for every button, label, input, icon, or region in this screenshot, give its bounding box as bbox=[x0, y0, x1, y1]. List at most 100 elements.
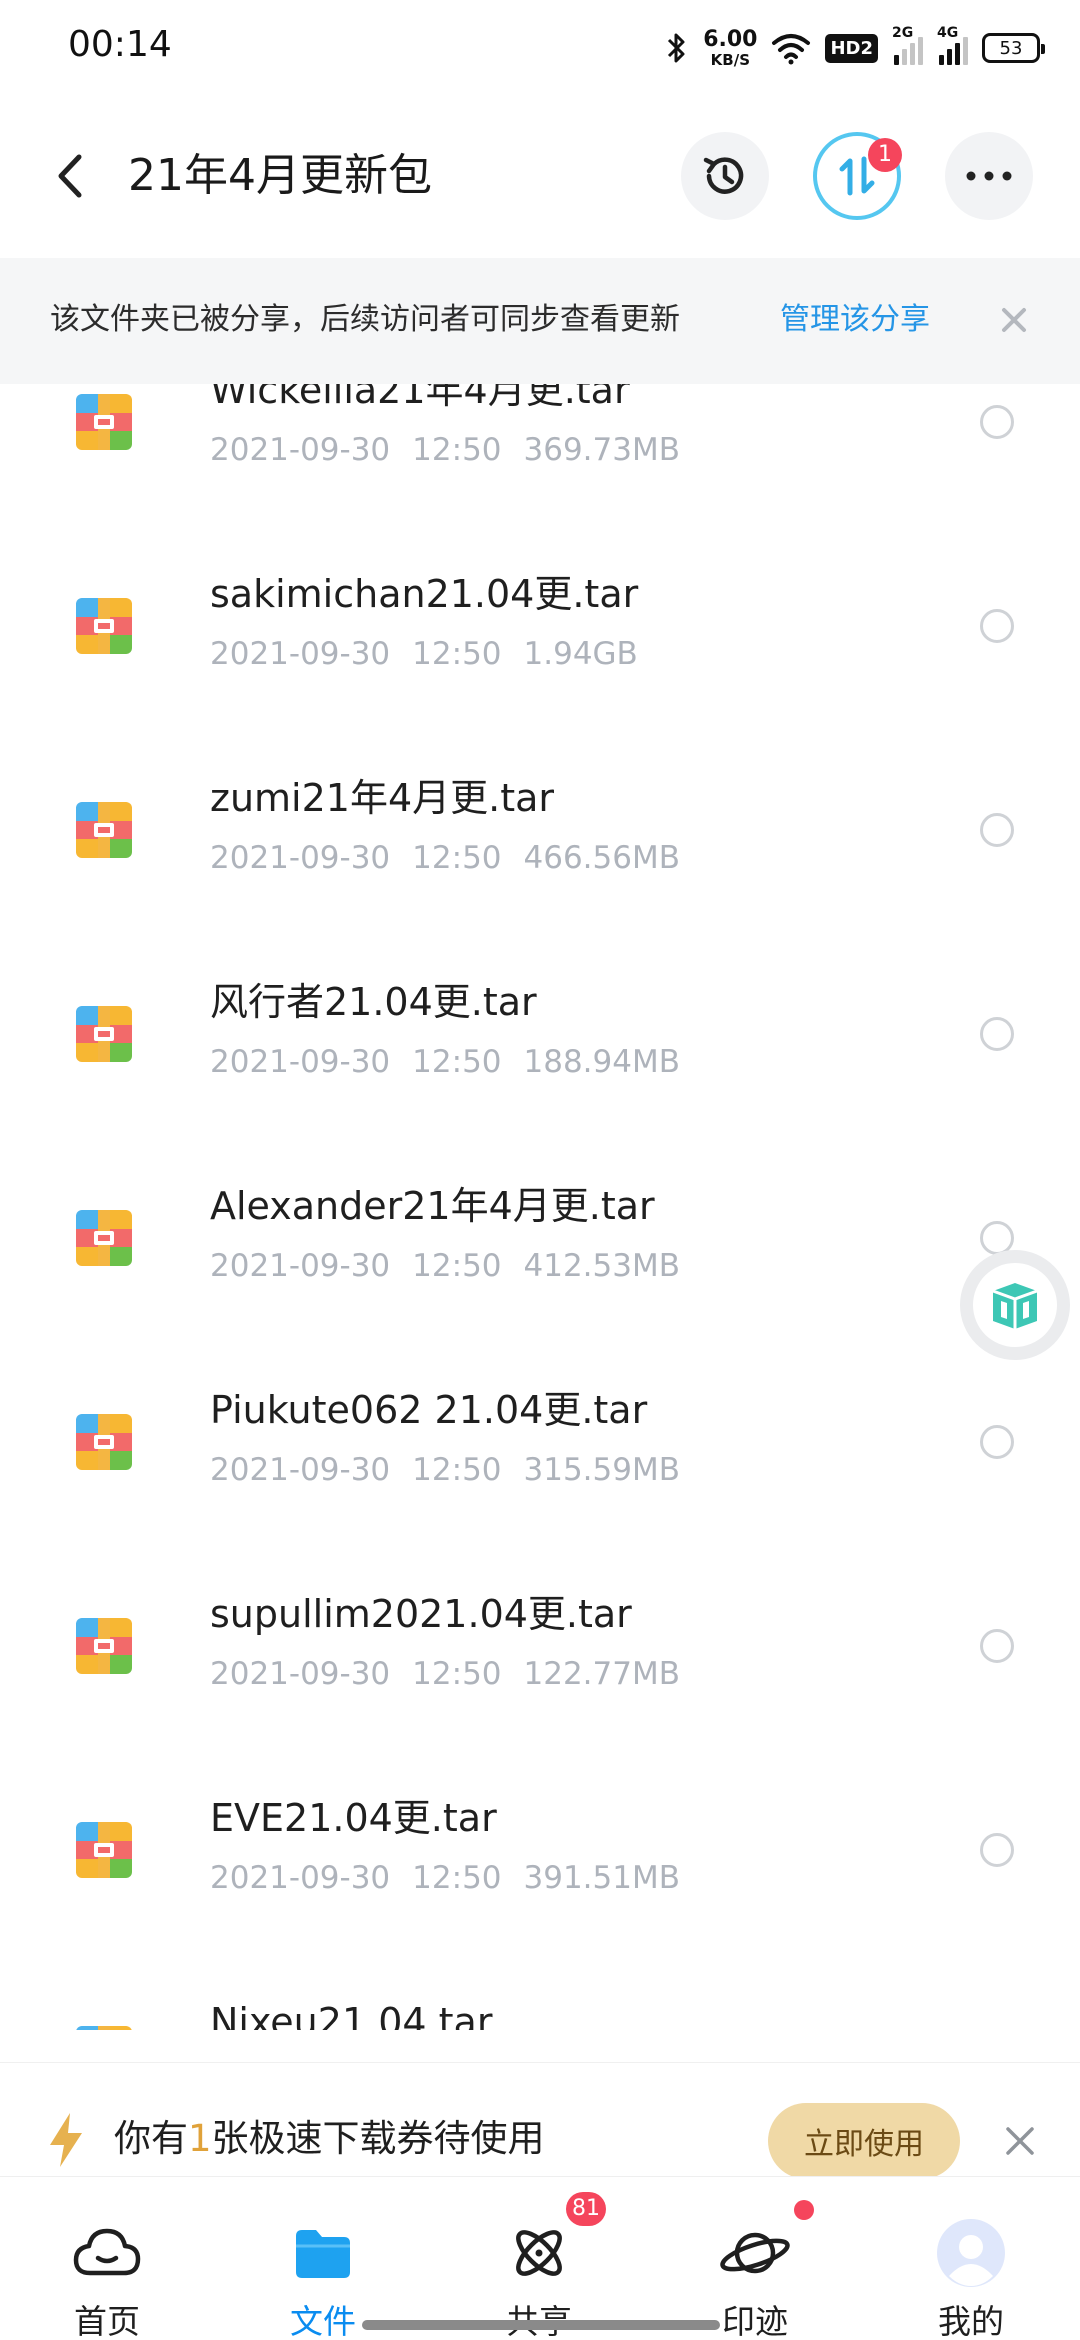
file-name: Alexander21年4月更.tar bbox=[210, 1184, 655, 1228]
wifi-icon bbox=[772, 34, 811, 65]
file-date: 2021-09-30 bbox=[210, 1044, 391, 1080]
archive-file-icon bbox=[76, 1822, 132, 1878]
file-date: 2021-09-30 bbox=[210, 1452, 391, 1488]
signal-4g-icon: 4G bbox=[937, 25, 968, 65]
file-time: 12:50 bbox=[412, 432, 502, 468]
status-icons: 6.00 KB/S HD2 2G 4G 53 bbox=[665, 22, 1045, 74]
nav-files[interactable]: 文件 bbox=[248, 2177, 398, 2340]
floating-box-button[interactable] bbox=[960, 1250, 1070, 1360]
file-name: Wickellia21年4月更.tar bbox=[210, 384, 630, 412]
battery-icon: 53 bbox=[982, 33, 1045, 63]
manage-share-link[interactable]: 管理该分享 bbox=[780, 300, 930, 340]
file-select-checkbox[interactable] bbox=[980, 405, 1014, 439]
history-icon bbox=[703, 157, 744, 194]
file-name: supullim2021.04更.tar bbox=[210, 1592, 632, 1636]
home-indicator[interactable] bbox=[362, 2320, 720, 2330]
file-row[interactable]: zumi21年4月更.tar 2021-09-30 12:50 466.56MB bbox=[0, 728, 1080, 932]
status-bar: 00:14 6.00 KB/S HD2 2G 4G 53 bbox=[0, 0, 1080, 96]
file-time: 12:50 bbox=[412, 636, 502, 672]
hd-voice-badge: HD2 bbox=[825, 33, 878, 63]
cube-icon bbox=[992, 1283, 1038, 1329]
history-button[interactable] bbox=[681, 132, 769, 220]
share-notice-close-button[interactable] bbox=[992, 298, 1036, 342]
file-size: 412.53MB bbox=[523, 1248, 680, 1284]
cloud-icon bbox=[73, 2228, 141, 2276]
file-name: Piukute062 21.04更.tar bbox=[210, 1388, 648, 1432]
file-row[interactable]: Wickellia21年4月更.tar 2021-09-30 12:50 369.73… bbox=[0, 384, 1080, 524]
file-select-checkbox[interactable] bbox=[980, 1425, 1014, 1459]
share-count-badge: 81 bbox=[566, 2192, 606, 2226]
share-notice-text: 该文件夹已被分享，后续访问者可同步查看更新 bbox=[50, 302, 680, 337]
atom-icon bbox=[516, 2230, 562, 2276]
file-time: 12:50 bbox=[412, 1452, 502, 1488]
file-date: 2021-09-30 bbox=[210, 636, 391, 672]
nav-share-label: 共享 bbox=[464, 2295, 614, 2340]
folder-icon bbox=[296, 2230, 350, 2278]
file-time: 12:50 bbox=[412, 1044, 502, 1080]
archive-file-icon bbox=[76, 394, 132, 450]
use-coupon-button[interactable]: 立即使用 bbox=[768, 2103, 960, 2179]
file-select-checkbox[interactable] bbox=[980, 1629, 1014, 1663]
nav-files-label: 文件 bbox=[290, 2302, 356, 2340]
file-size: 369.73MB bbox=[523, 432, 680, 468]
archive-file-icon bbox=[76, 1618, 132, 1674]
file-name: Nixeu21.04.tar bbox=[210, 2000, 493, 2030]
file-date: 2021-09-30 bbox=[210, 1248, 391, 1284]
more-icon bbox=[966, 171, 1012, 181]
file-row[interactable]: sakimichan21.04更.tar 2021-09-30 12:50 1.94G… bbox=[0, 524, 1080, 728]
archive-file-icon bbox=[76, 1006, 132, 1062]
file-select-checkbox[interactable] bbox=[980, 1833, 1014, 1867]
archive-file-icon bbox=[76, 802, 132, 858]
back-button[interactable] bbox=[40, 146, 100, 206]
file-row[interactable]: Alexander21年4月更.tar 2021-09-30 12:50 412.53… bbox=[0, 1136, 1080, 1340]
file-list: Wickellia21年4月更.tar 2021-09-30 12:50 369.73… bbox=[0, 384, 1080, 2030]
more-button[interactable] bbox=[945, 132, 1033, 220]
file-select-checkbox[interactable] bbox=[980, 609, 1014, 643]
file-meta: 2021-09-30 12:50 369.73MB bbox=[210, 430, 702, 470]
bottom-nav: 首页 文件 共享 印迹 bbox=[0, 2176, 1080, 2340]
file-row[interactable]: Nixeu21.04.tar bbox=[0, 1952, 1080, 2030]
header: 21年4月更新包 1 bbox=[0, 96, 1080, 256]
coupon-text: 你有1张极速下载券待使用 bbox=[114, 2117, 545, 2160]
signal-2g-icon: 2G bbox=[892, 25, 923, 65]
file-meta: 2021-09-30 12:50 122.77MB bbox=[210, 1654, 702, 1694]
archive-file-icon bbox=[76, 598, 132, 654]
transfer-count-badge: 1 bbox=[868, 138, 902, 172]
file-name: zumi21年4月更.tar bbox=[210, 776, 555, 820]
nav-trace-label: 印迹 bbox=[722, 2302, 788, 2340]
archive-file-icon bbox=[76, 2026, 132, 2030]
file-meta: 2021-09-30 12:50 188.94MB bbox=[210, 1042, 702, 1082]
planet-icon bbox=[720, 2232, 790, 2274]
file-row[interactable]: Piukute062 21.04更.tar 2021-09-30 12:50 315.… bbox=[0, 1340, 1080, 1544]
file-row[interactable]: supullim2021.04更.tar 2021-09-30 12:50 122.7… bbox=[0, 1544, 1080, 1748]
archive-file-icon bbox=[76, 1210, 132, 1266]
file-meta: 2021-09-30 12:50 412.53MB bbox=[210, 1246, 702, 1286]
file-meta: 2021-09-30 12:50 466.56MB bbox=[210, 838, 702, 878]
file-size: 391.51MB bbox=[523, 1860, 680, 1896]
file-time: 12:50 bbox=[412, 1248, 502, 1284]
lightning-icon bbox=[50, 2113, 82, 2167]
file-size: 188.94MB bbox=[523, 1044, 680, 1080]
file-meta: 2021-09-30 12:50 315.59MB bbox=[210, 1450, 702, 1490]
file-select-checkbox[interactable] bbox=[980, 1017, 1014, 1051]
nav-home-label: 首页 bbox=[74, 2302, 140, 2340]
nav-mine[interactable]: 我的 bbox=[896, 2177, 1046, 2340]
file-time: 12:50 bbox=[412, 840, 502, 876]
trace-notification-dot bbox=[794, 2200, 814, 2220]
coupon-close-button[interactable] bbox=[998, 2119, 1042, 2163]
share-notice-banner: 该文件夹已被分享，后续访问者可同步查看更新 管理该分享 bbox=[0, 258, 1080, 384]
file-select-checkbox[interactable] bbox=[980, 813, 1014, 847]
bluetooth-icon bbox=[668, 33, 685, 63]
file-size: 1.94GB bbox=[523, 636, 638, 672]
status-time: 00:14 bbox=[68, 24, 172, 65]
nav-mine-label: 我的 bbox=[938, 2302, 1004, 2340]
network-speed: 6.00 KB/S bbox=[703, 26, 758, 69]
avatar-icon bbox=[937, 2219, 1005, 2287]
nav-home[interactable]: 首页 bbox=[32, 2177, 182, 2340]
file-row[interactable]: EVE21.04更.tar 2021-09-30 12:50 391.51MB bbox=[0, 1748, 1080, 1952]
file-row[interactable]: 风行者21.04更.tar 2021-09-30 12:50 188.94MB bbox=[0, 932, 1080, 1136]
file-date: 2021-09-30 bbox=[210, 1860, 391, 1896]
file-meta: 2021-09-30 12:50 1.94GB bbox=[210, 634, 660, 674]
file-name: sakimichan21.04更.tar bbox=[210, 572, 639, 616]
file-name: 风行者21.04更.tar bbox=[210, 980, 537, 1024]
